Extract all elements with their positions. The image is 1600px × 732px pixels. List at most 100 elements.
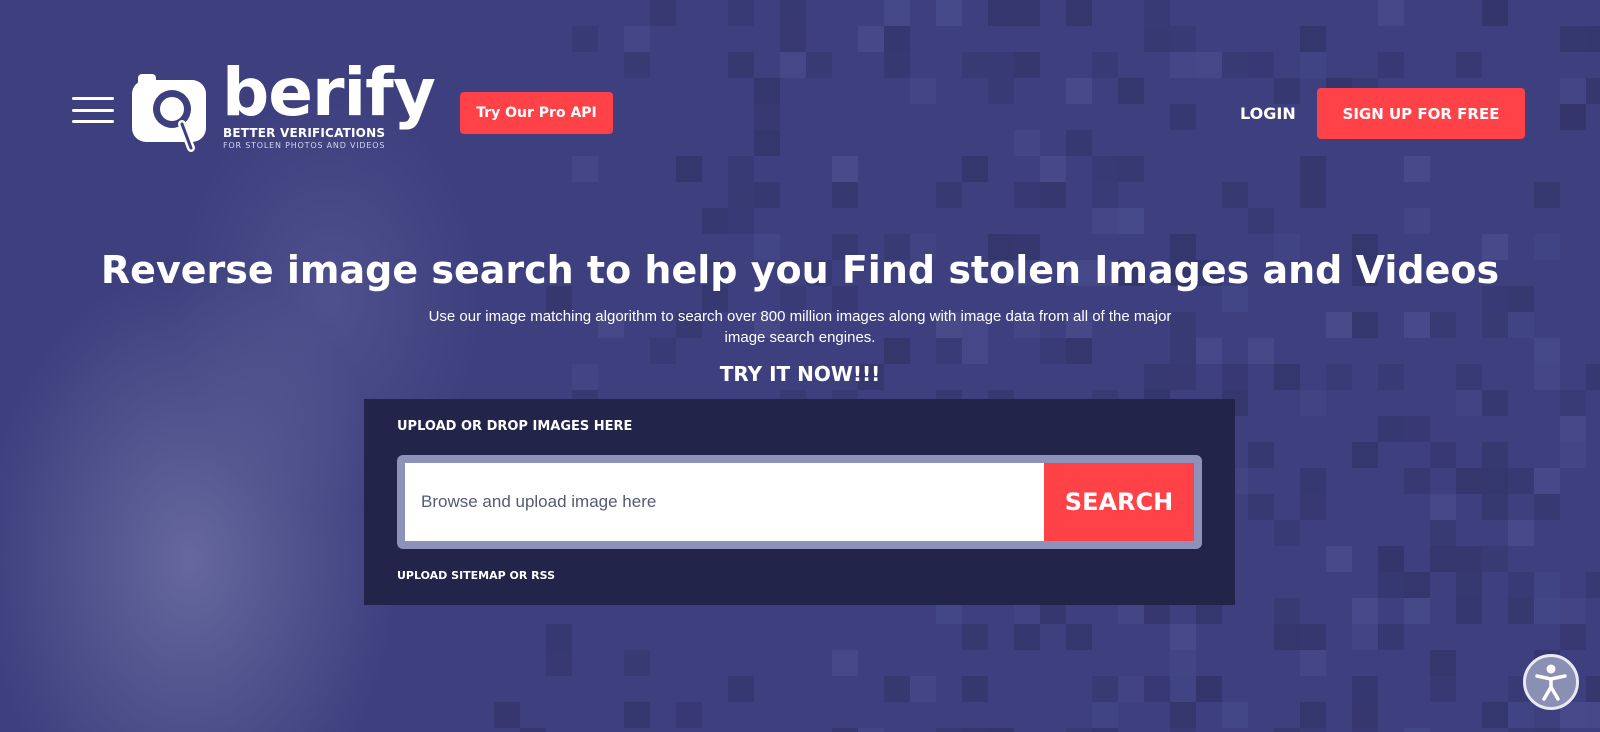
background-pixel xyxy=(988,78,1014,104)
background-pixel xyxy=(1144,676,1170,702)
pro-api-button[interactable]: Try Our Pro API xyxy=(460,92,613,134)
background-pixel xyxy=(1456,390,1482,416)
magnifier-logo-icon xyxy=(132,74,206,152)
background-pixel xyxy=(1404,312,1430,338)
background-pixel xyxy=(1560,104,1586,130)
background-pixel xyxy=(702,208,728,234)
background-pixel xyxy=(1248,338,1274,364)
background-pixel xyxy=(1170,728,1196,732)
background-pixel xyxy=(1430,494,1456,520)
background-pixel xyxy=(1300,390,1326,416)
background-pixel xyxy=(806,52,832,78)
background-pixel xyxy=(1482,702,1508,728)
background-pixel xyxy=(1482,468,1508,494)
background-pixel xyxy=(988,728,1014,732)
accessibility-button[interactable] xyxy=(1523,654,1579,710)
background-pixel xyxy=(884,26,910,52)
background-pixel xyxy=(884,0,910,26)
logo-tagline: BETTER VERIFICATIONS xyxy=(223,126,386,140)
background-pixel xyxy=(1092,182,1118,208)
background-pixel xyxy=(1508,598,1534,624)
background-pixel xyxy=(1378,546,1404,572)
background-pixel xyxy=(1300,702,1326,728)
background-pixel xyxy=(1430,650,1456,676)
background-pixel xyxy=(1456,52,1482,78)
background-pixel xyxy=(728,156,754,182)
background-pixel xyxy=(1508,520,1534,546)
background-pixel xyxy=(1404,416,1430,442)
upload-sitemap-link[interactable]: UPLOAD SITEMAP OR RSS xyxy=(397,569,555,582)
background-pixel xyxy=(1404,468,1430,494)
background-pixel xyxy=(676,156,702,182)
background-pixel xyxy=(1274,78,1300,104)
background-pixel xyxy=(1300,650,1326,676)
background-pixel xyxy=(1534,182,1560,208)
login-link[interactable]: LOGIN xyxy=(1240,104,1296,123)
background-pixel xyxy=(1248,208,1274,234)
background-pixel xyxy=(962,624,988,650)
upload-panel[interactable]: UPLOAD OR DROP IMAGES HERE Browse and up… xyxy=(364,399,1235,605)
background-pixel xyxy=(1300,52,1326,78)
background-pixel xyxy=(1014,0,1040,26)
background-pixel xyxy=(728,208,754,234)
background-pixel xyxy=(1144,26,1170,52)
background-pixel xyxy=(1170,52,1196,78)
background-pixel xyxy=(1300,728,1326,732)
background-pixel xyxy=(1274,520,1300,546)
background-pixel xyxy=(1066,0,1092,26)
background-pixel xyxy=(1508,312,1534,338)
background-pixel xyxy=(1586,676,1600,702)
background-pixel xyxy=(1066,728,1092,732)
background-pixel xyxy=(1170,26,1196,52)
background-pixel xyxy=(1222,702,1248,728)
background-pixel xyxy=(1352,442,1378,468)
background-pixel xyxy=(780,26,806,52)
background-pixel xyxy=(988,52,1014,78)
background-pixel xyxy=(624,52,650,78)
background-pixel xyxy=(1014,182,1040,208)
hero-headline: Reverse image search to help you Find st… xyxy=(100,248,1500,292)
background-pixel xyxy=(1586,78,1600,104)
background-pixel xyxy=(1222,182,1248,208)
background-pixel xyxy=(1378,572,1404,598)
background-pixel xyxy=(676,702,702,728)
background-pixel xyxy=(1378,416,1404,442)
background-pixel xyxy=(1534,494,1560,520)
background-pixel xyxy=(962,676,988,702)
background-pixel xyxy=(1352,702,1378,728)
background-pixel xyxy=(858,728,884,732)
image-upload-input[interactable]: Browse and upload image here xyxy=(405,463,1044,541)
background-pixel xyxy=(728,182,754,208)
search-button[interactable]: SEARCH xyxy=(1044,463,1194,541)
background-pixel xyxy=(1456,598,1482,624)
background-pixel xyxy=(1534,468,1560,494)
background-pixel xyxy=(754,104,780,130)
background-pixel xyxy=(1196,338,1222,364)
background-pixel xyxy=(754,130,780,156)
hamburger-icon[interactable] xyxy=(72,97,114,123)
background-pixel xyxy=(1118,78,1144,104)
background-pixel xyxy=(1170,624,1196,650)
background-pixel xyxy=(1404,156,1430,182)
logo-subtagline: FOR STOLEN PHOTOS AND VIDEOS xyxy=(223,141,386,150)
background-pixel xyxy=(1248,442,1274,468)
background-pixel xyxy=(1014,52,1040,78)
background-pixel xyxy=(1092,676,1118,702)
background-pixel xyxy=(1560,26,1586,52)
logo[interactable]: berify BETTER VERIFICATIONS FOR STOLEN P… xyxy=(128,60,436,160)
background-pixel xyxy=(1040,156,1066,182)
background-pixel xyxy=(1352,676,1378,702)
background-pixel xyxy=(1352,728,1378,732)
search-bar: Browse and upload image here SEARCH xyxy=(397,455,1202,549)
background-pixel xyxy=(1326,546,1352,572)
try-now-text: TRY IT NOW!!! xyxy=(719,362,881,386)
background-pixel xyxy=(1404,598,1430,624)
background-pixel xyxy=(780,52,806,78)
background-pixel xyxy=(1378,624,1404,650)
background-pixel xyxy=(1404,572,1430,598)
background-pixel xyxy=(1196,52,1222,78)
background-pixel xyxy=(1300,624,1326,650)
signup-button[interactable]: SIGN UP FOR FREE xyxy=(1317,88,1525,139)
background-pixel xyxy=(1482,546,1508,572)
background-pixel xyxy=(1482,390,1508,416)
